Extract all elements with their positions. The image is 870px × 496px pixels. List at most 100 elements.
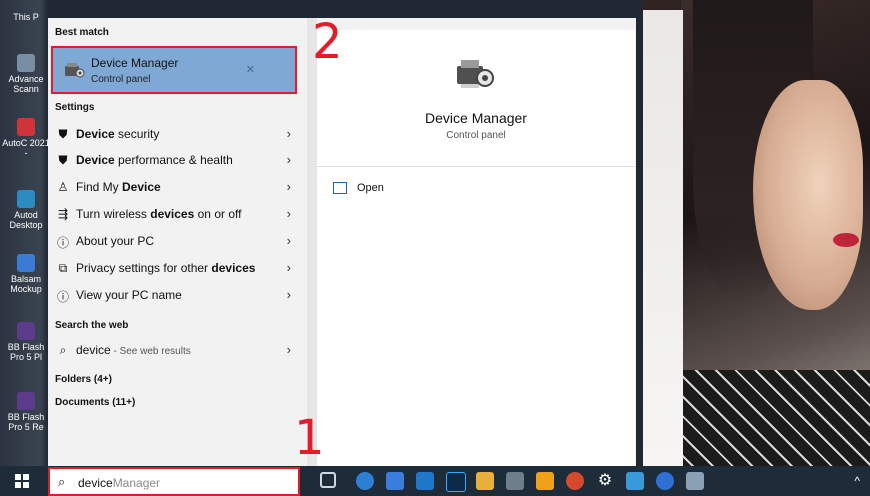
start-menu: Best match Device Manager Control panel … xyxy=(48,18,636,466)
search-autocomplete: Manager xyxy=(112,476,161,490)
label-part: Device xyxy=(76,153,115,167)
photo-lips xyxy=(833,233,859,247)
shortcut-icon xyxy=(17,118,35,136)
chevron-right-icon[interactable]: › xyxy=(287,206,291,221)
desktop-shortcut[interactable]: This P xyxy=(2,12,50,22)
label-part: Turn wireless xyxy=(76,207,151,221)
taskbar: ⌕ deviceManager ⚙ ^ xyxy=(0,466,870,496)
web-heading: Search the web xyxy=(55,320,129,331)
chevron-right-icon[interactable]: › xyxy=(287,260,291,275)
desktop-shortcut[interactable]: Autod Desktop xyxy=(2,190,50,230)
settings-result[interactable]: ⛊ Device security › xyxy=(48,122,307,148)
label-part: on or off xyxy=(194,207,242,221)
best-match-subtitle: Control panel xyxy=(91,74,151,85)
settings-result-label: View your PC name xyxy=(76,288,182,302)
label-part: performance & health xyxy=(114,153,233,167)
settings-result[interactable]: ⛊ Device performance & health › xyxy=(48,148,307,174)
web-query: device xyxy=(76,343,111,357)
panel-divider xyxy=(307,18,317,466)
best-match-title: Device Manager xyxy=(91,56,179,70)
shield-icon: ⛊ xyxy=(58,153,68,167)
search-icon: ⌕ xyxy=(58,474,66,489)
store-icon[interactable] xyxy=(386,472,404,490)
desktop-shortcut[interactable]: Advance Scann xyxy=(2,54,50,94)
person-icon: ♙ xyxy=(57,180,69,194)
shortcut-label: AutoC 2021 - xyxy=(2,138,50,158)
shortcut-label: Advance Scann xyxy=(8,74,44,94)
shortcut-icon xyxy=(17,54,35,72)
desktop-shortcut[interactable]: BB Flash Pro 5 Pl xyxy=(2,322,50,362)
shortcut-icon xyxy=(17,190,35,208)
tray-chevron-icon[interactable]: ^ xyxy=(854,474,860,488)
app-icon-4[interactable] xyxy=(686,472,704,490)
folders-group[interactable]: Folders (4+) xyxy=(55,374,112,385)
file-explorer-icon[interactable] xyxy=(476,472,494,490)
shortcut-label: Autod Desktop xyxy=(9,210,43,230)
chevron-right-icon[interactable]: › xyxy=(287,342,291,357)
wallpaper-photo xyxy=(643,0,870,466)
settings-heading: Settings xyxy=(55,102,95,113)
shortcut-label: BB Flash Pro 5 Re xyxy=(7,412,45,432)
search-icon: ⌕ xyxy=(59,343,67,357)
windows-start-icon[interactable] xyxy=(15,474,29,488)
chrome-icon[interactable] xyxy=(566,472,584,490)
settings-result[interactable]: ♙ Find My Device › xyxy=(48,175,307,201)
taskbar-search-box[interactable]: ⌕ deviceManager xyxy=(48,467,300,496)
shortcut-icon xyxy=(17,322,35,340)
desktop-shortcut[interactable]: Balsam Mockup xyxy=(2,254,50,294)
settings-result-label: Find My Device xyxy=(76,180,161,194)
chevron-right-icon[interactable]: › xyxy=(287,233,291,248)
photoshop-icon[interactable] xyxy=(446,472,466,492)
settings-result[interactable]: ⓘ View your PC name › xyxy=(48,283,307,309)
documents-group[interactable]: Documents (11+) xyxy=(55,397,135,408)
photo-face xyxy=(753,80,863,310)
chevron-right-icon[interactable]: › xyxy=(287,179,291,194)
wireless-icon: ⇶ xyxy=(57,207,69,221)
open-label: Open xyxy=(357,182,384,194)
label-part: Device xyxy=(76,127,115,141)
step-1-annotation: 1 xyxy=(294,410,325,466)
open-action[interactable]: Open xyxy=(333,182,384,195)
edge-icon[interactable] xyxy=(356,472,374,490)
step-2-annotation: 2 xyxy=(312,14,343,70)
app-icon-2[interactable] xyxy=(626,472,644,490)
app-icon[interactable] xyxy=(506,472,524,490)
desktop-shortcut[interactable]: AutoC 2021 - xyxy=(2,118,50,158)
desktop-shortcut[interactable]: BB Flash Pro 5 Re xyxy=(2,392,50,432)
settings-result[interactable]: ⓘ About your PC › xyxy=(48,229,307,255)
preview-panel: Device Manager Control panel Open xyxy=(317,30,635,466)
app-icon-3[interactable] xyxy=(656,472,674,490)
gear-icon[interactable]: ⚙ xyxy=(596,472,614,490)
task-view-icon[interactable] xyxy=(320,472,336,488)
close-icon[interactable]: ✕ xyxy=(246,63,255,76)
settings-result-label: Privacy settings for other devices xyxy=(76,261,255,275)
shortcut-icon xyxy=(17,392,35,410)
chevron-right-icon[interactable]: › xyxy=(287,287,291,302)
info-icon: ⓘ xyxy=(56,290,69,304)
shortcut-icon xyxy=(17,254,35,272)
web-suffix: - See web results xyxy=(110,346,191,357)
photo-frame xyxy=(643,10,683,466)
chevron-right-icon[interactable]: › xyxy=(287,126,291,141)
shortcut-label: This P xyxy=(13,12,39,22)
settings-result[interactable]: ⇶ Turn wireless devices on or off › xyxy=(48,202,307,228)
settings-result-label: Device security xyxy=(76,127,159,141)
chevron-right-icon[interactable]: › xyxy=(287,152,291,167)
label-part: View your PC name xyxy=(76,288,182,302)
open-icon xyxy=(333,182,347,195)
web-search-result[interactable]: ⌕ device - See web results › xyxy=(48,338,307,364)
shortcut-label: BB Flash Pro 5 Pl xyxy=(7,342,45,362)
settings-result-label: Turn wireless devices on or off xyxy=(76,207,241,221)
label-part: About your PC xyxy=(76,234,155,248)
preview-subtitle: Control panel xyxy=(446,130,506,141)
label-part: security xyxy=(114,127,160,141)
mail-icon[interactable] xyxy=(416,472,434,490)
settings-result[interactable]: ⧉ Privacy settings for other devices › xyxy=(48,256,307,282)
preview-title: Device Manager xyxy=(425,110,527,126)
search-typed-text: device xyxy=(78,476,113,490)
photo-cloth xyxy=(683,370,870,466)
office-icon[interactable] xyxy=(536,472,554,490)
label-part: Find My xyxy=(76,180,123,194)
results-panel: Best match Device Manager Control panel … xyxy=(48,18,307,466)
best-match-device-manager[interactable]: Device Manager Control panel ✕ xyxy=(51,46,297,94)
